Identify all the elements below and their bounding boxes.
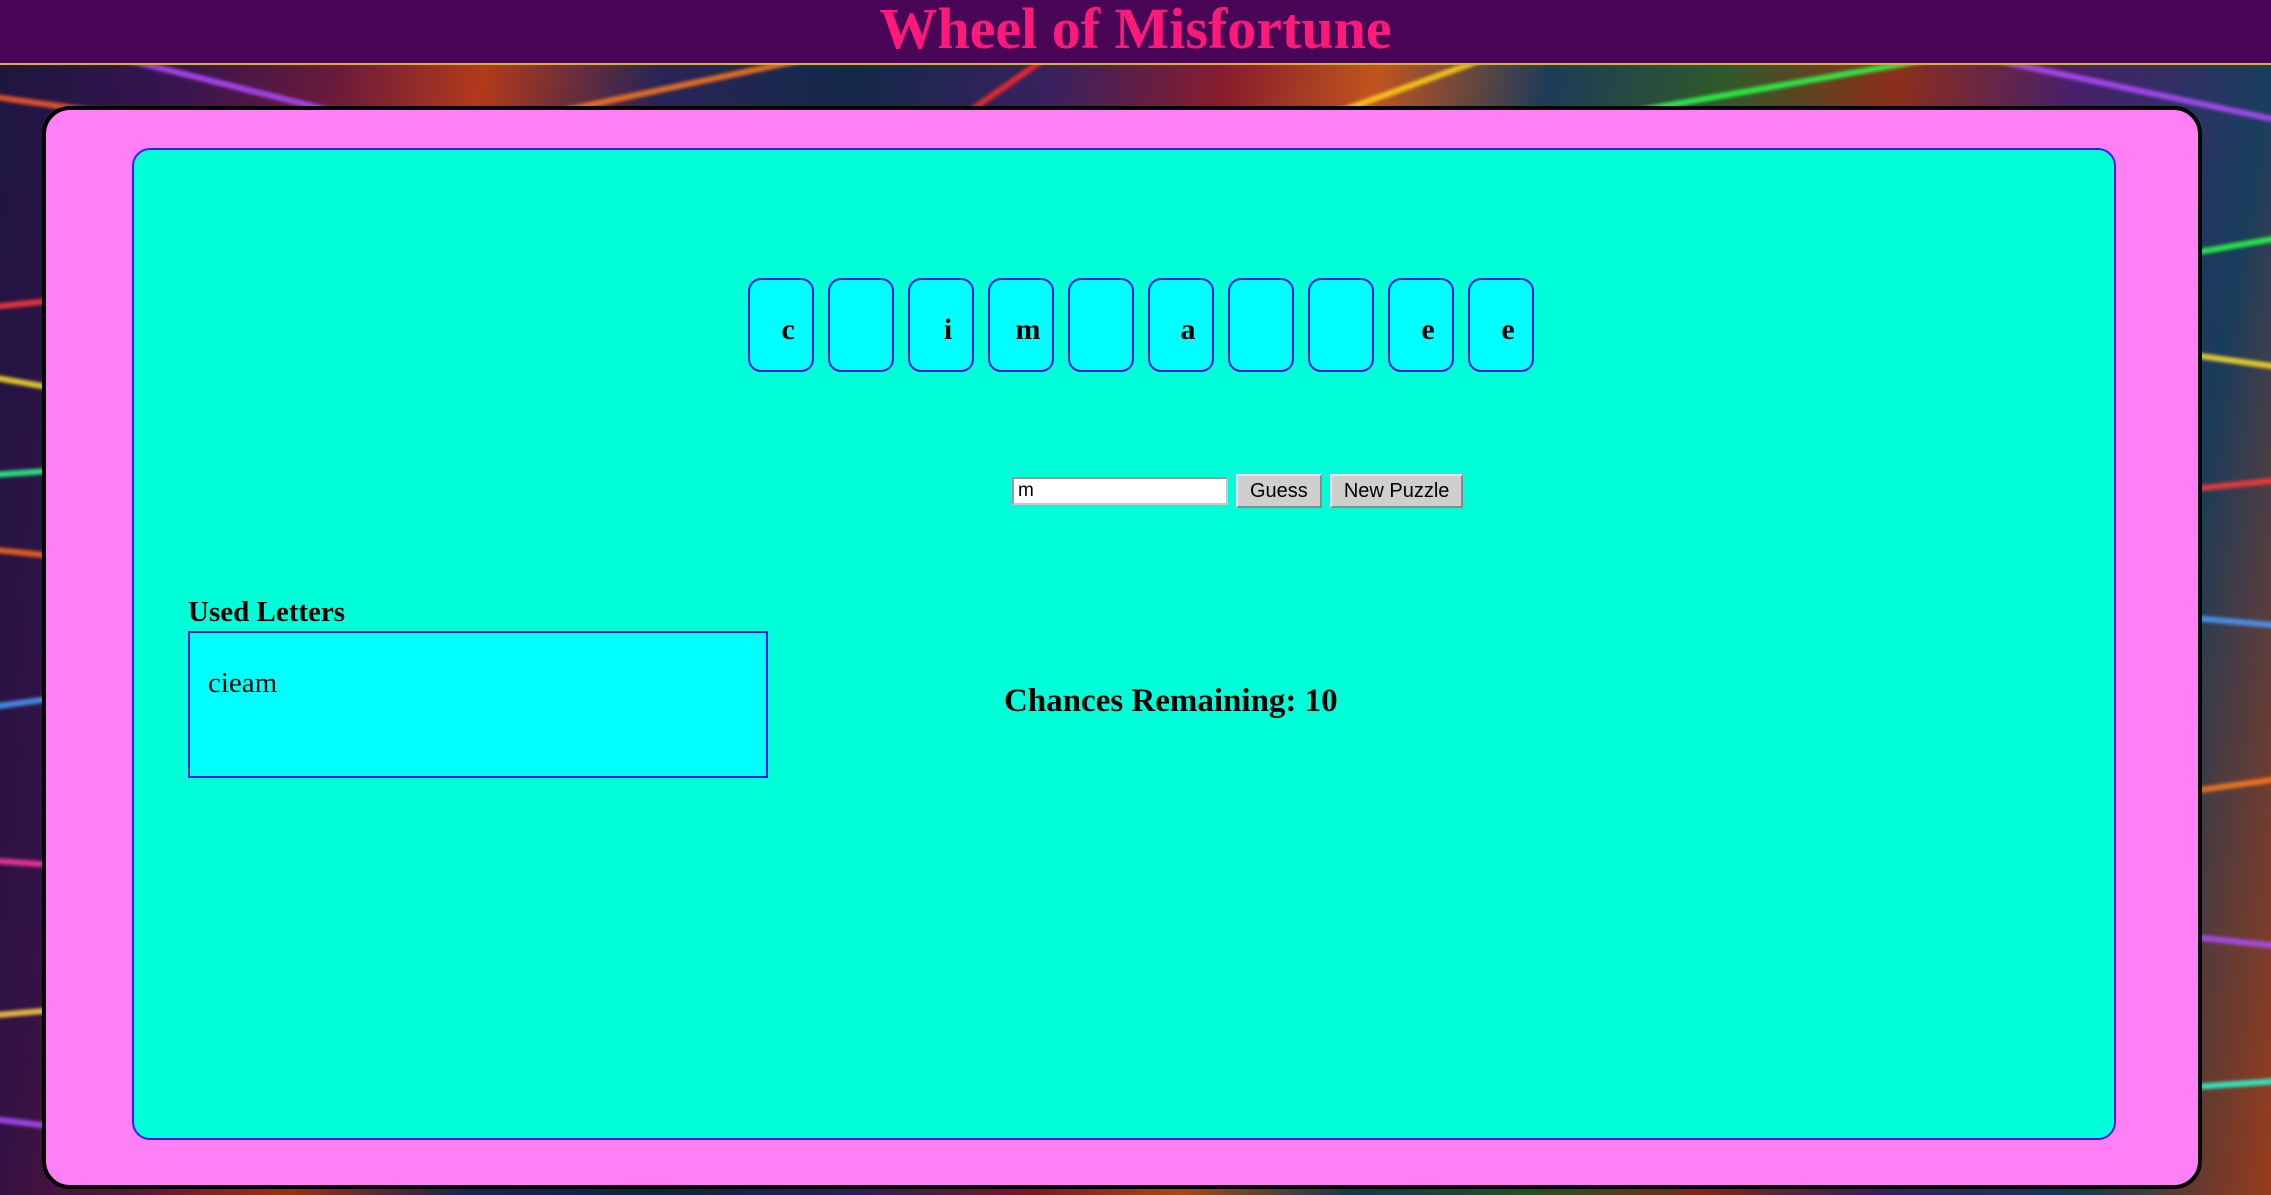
letter-tile: c bbox=[748, 278, 814, 372]
used-letters-text: cieam bbox=[208, 667, 278, 699]
puzzle-tiles: c i m a e e bbox=[748, 278, 1534, 372]
guess-form: Guess New Puzzle bbox=[1012, 474, 1464, 508]
letter-tile: e bbox=[1388, 278, 1454, 372]
letter-tile bbox=[1068, 278, 1134, 372]
chances-remaining: Chances Remaining: 10 bbox=[1004, 683, 1338, 719]
new-puzzle-button[interactable]: New Puzzle bbox=[1329, 474, 1464, 508]
letter-tile bbox=[828, 278, 894, 372]
guess-input[interactable] bbox=[1012, 477, 1228, 505]
letter-tile: i bbox=[908, 278, 974, 372]
used-letters-box: cieam bbox=[188, 631, 768, 778]
page-title: Wheel of Misfortune bbox=[879, 0, 1392, 61]
letter-tile bbox=[1308, 278, 1374, 372]
letter-tile bbox=[1228, 278, 1294, 372]
letter-tile: e bbox=[1468, 278, 1534, 372]
letter-tile: m bbox=[988, 278, 1054, 372]
game-board: c i m a e e Guess New Puzzle Used Letter… bbox=[132, 148, 2116, 1140]
game-frame: c i m a e e Guess New Puzzle Used Letter… bbox=[42, 106, 2202, 1189]
guess-button[interactable]: Guess bbox=[1236, 474, 1322, 508]
app-header: Wheel of Misfortune bbox=[0, 0, 2271, 65]
used-letters-heading: Used Letters bbox=[188, 596, 346, 628]
letter-tile: a bbox=[1148, 278, 1214, 372]
